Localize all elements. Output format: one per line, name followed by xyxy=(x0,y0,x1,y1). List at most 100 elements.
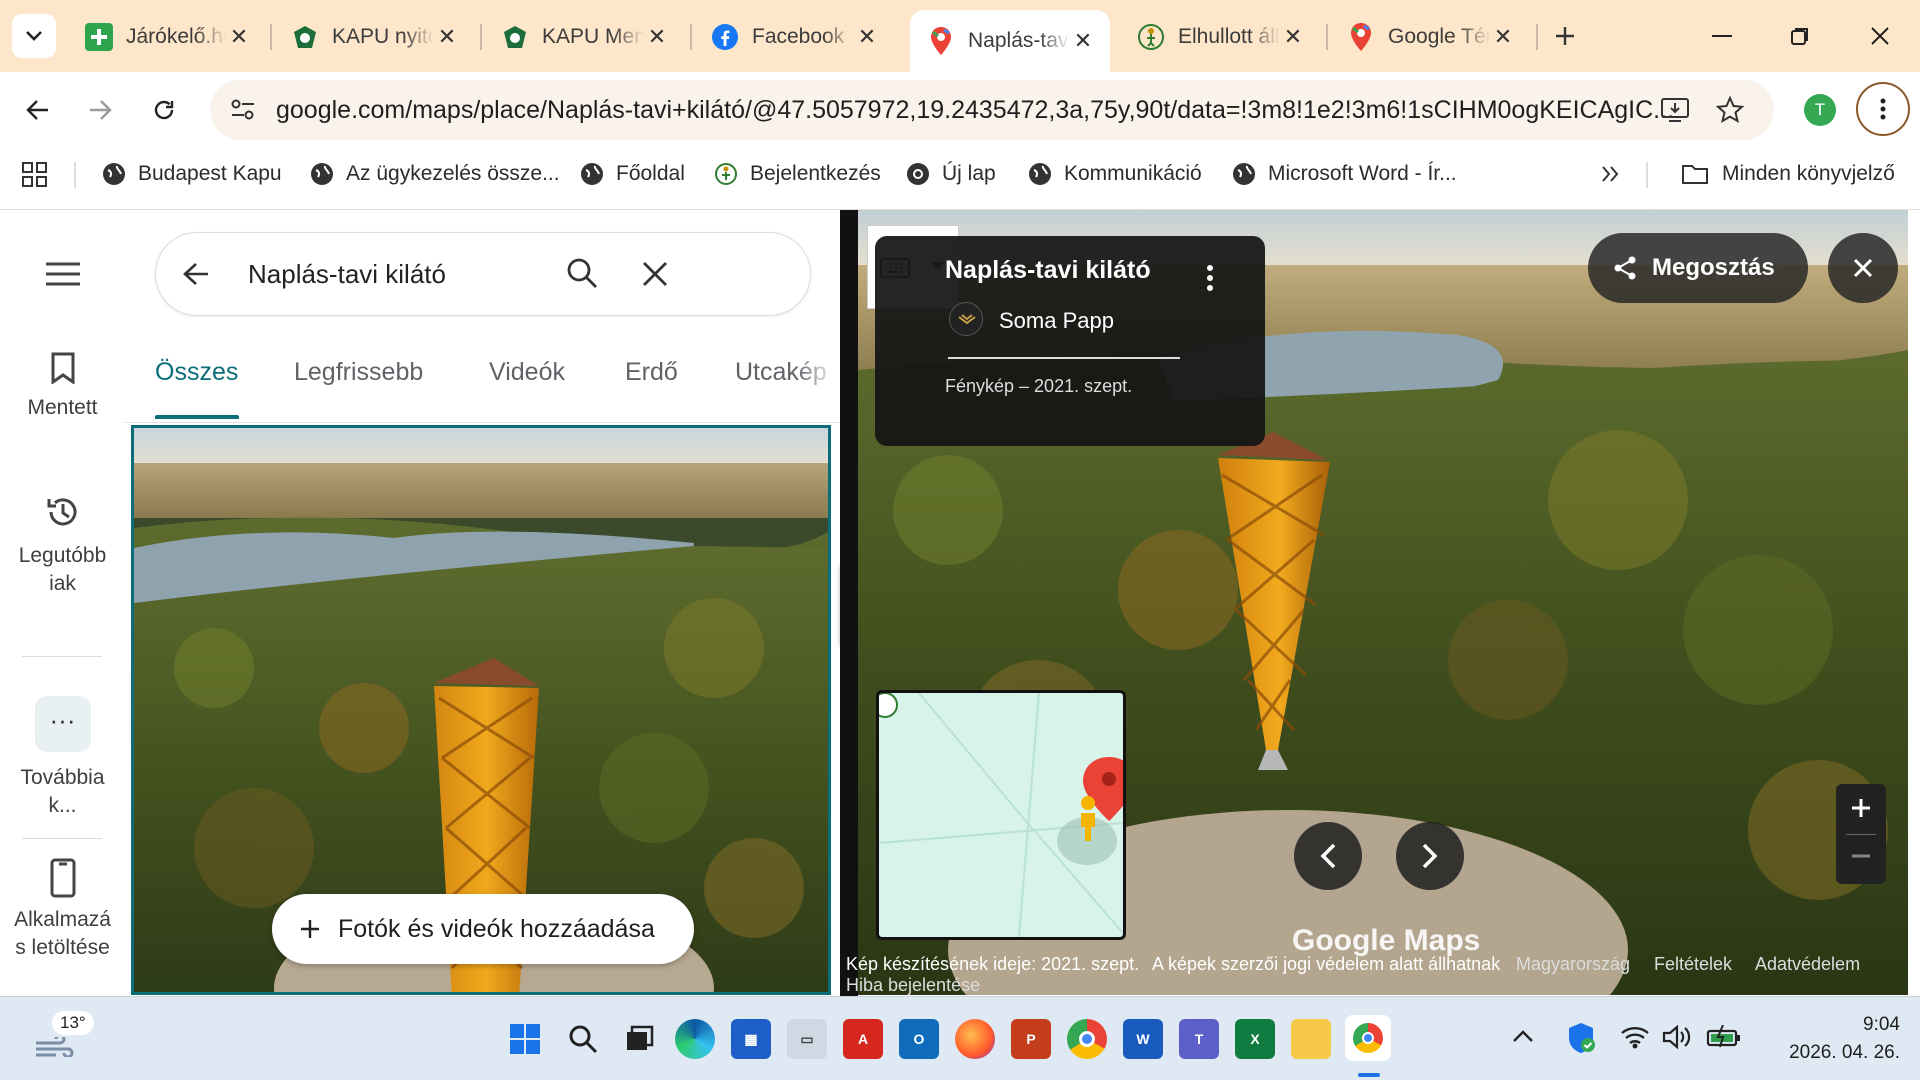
clock[interactable]: 9:04 2026. 04. 26. xyxy=(1760,1011,1900,1067)
excel-icon[interactable]: X xyxy=(1235,1019,1275,1059)
rail-get-app[interactable]: Alkalmazá s letöltése xyxy=(0,858,125,962)
browser-menu-button[interactable] xyxy=(1856,82,1910,136)
back-button[interactable] xyxy=(18,90,58,130)
chevron-up-icon[interactable] xyxy=(1512,1029,1534,1043)
report-problem-link[interactable]: Hiba bejelentése xyxy=(846,975,980,996)
store-icon[interactable]: ▦ xyxy=(731,1019,771,1059)
add-photos-button[interactable]: Fotók és videók hozzáadása xyxy=(272,894,694,964)
bookmark-kommunikacio[interactable]: Kommunikáció xyxy=(1028,148,1202,200)
search-icon[interactable] xyxy=(563,1019,603,1059)
forward-button[interactable] xyxy=(80,90,120,130)
tab-facebook[interactable]: Facebook ✕ xyxy=(694,12,894,62)
rail-more[interactable]: ··· Továbbia k... xyxy=(0,696,125,820)
tab-forest[interactable]: Erdő xyxy=(625,358,678,387)
wifi-icon[interactable] xyxy=(1620,1025,1650,1049)
tab-street-view[interactable]: Utcakép xyxy=(735,358,837,387)
next-photo-button[interactable] xyxy=(1396,822,1464,890)
hamburger-menu-icon[interactable] xyxy=(46,262,80,286)
firefox-icon[interactable] xyxy=(955,1019,995,1059)
photos-icon[interactable]: ▭ xyxy=(787,1019,827,1059)
tab-divider xyxy=(270,24,272,50)
chrome-icon[interactable] xyxy=(1067,1019,1107,1059)
close-icon[interactable]: ✕ xyxy=(644,24,670,50)
kebab-menu-icon[interactable] xyxy=(1207,264,1213,292)
start-button[interactable] xyxy=(505,1019,545,1059)
tab-kapu-nyito[interactable]: KAPU nyitó ✕ xyxy=(274,12,474,62)
tab-search-button[interactable] xyxy=(12,14,56,58)
battery-icon[interactable] xyxy=(1706,1025,1742,1049)
bookmark-ugykezeles[interactable]: Az ügykezelés össze... xyxy=(310,148,560,200)
bookmark-budapest-kapu[interactable]: Budapest Kapu xyxy=(102,148,282,200)
close-icon[interactable]: ✕ xyxy=(226,24,252,50)
rail-saved-label: Mentett xyxy=(27,396,98,419)
acrobat-icon[interactable]: A xyxy=(843,1019,883,1059)
close-viewer-button[interactable] xyxy=(1828,233,1898,303)
pegman-icon[interactable] xyxy=(1059,793,1060,794)
viewer-edge xyxy=(840,210,858,996)
url-text[interactable]: google.com/maps/place/Naplás-tavi+kilátó… xyxy=(276,80,1676,140)
close-icon[interactable]: ✕ xyxy=(1070,28,1096,54)
bookmark-word[interactable]: Microsoft Word - Ír... xyxy=(1232,148,1457,200)
site-settings-icon[interactable] xyxy=(230,98,256,122)
tab-google-terkep[interactable]: Google Térkép ✕ xyxy=(1330,12,1530,62)
search-icon[interactable] xyxy=(566,257,598,289)
tab-latest[interactable]: Legfrissebb xyxy=(294,358,423,387)
outlook-icon[interactable]: O xyxy=(899,1019,939,1059)
rail-saved[interactable]: Mentett xyxy=(0,352,125,422)
edge-icon[interactable] xyxy=(675,1019,715,1059)
close-icon[interactable]: ✕ xyxy=(434,24,460,50)
volume-icon[interactable] xyxy=(1662,1025,1692,1049)
bookmark-uj-lap[interactable]: Új lap xyxy=(906,148,996,200)
back-arrow-icon[interactable] xyxy=(182,261,210,287)
close-icon[interactable]: ✕ xyxy=(854,24,880,50)
author-name[interactable]: Soma Papp xyxy=(999,308,1114,334)
powerpoint-icon[interactable]: P xyxy=(1011,1019,1051,1059)
previous-photo-button[interactable] xyxy=(1294,822,1362,890)
bookmark-bejelentkezes[interactable]: Bejelentkezés xyxy=(714,148,881,200)
teams-icon[interactable]: T xyxy=(1179,1019,1219,1059)
address-bar[interactable]: google.com/maps/place/Naplás-tavi+kilátó… xyxy=(210,80,1774,140)
terms-link[interactable]: Feltételek xyxy=(1654,954,1732,975)
rail-recent[interactable]: Legutóbb iak xyxy=(0,494,125,598)
word-icon[interactable]: W xyxy=(1123,1019,1163,1059)
profile-avatar[interactable]: T xyxy=(1804,94,1836,126)
ugyfelkapu-icon xyxy=(1136,22,1166,52)
kapu-icon xyxy=(290,22,320,52)
security-icon[interactable] xyxy=(1566,1021,1596,1055)
weather-widget[interactable]: 13° xyxy=(30,1011,110,1067)
close-icon[interactable]: ✕ xyxy=(1280,24,1306,50)
country-link[interactable]: Magyarország xyxy=(1516,954,1630,975)
bookmark-label: Bejelentkezés xyxy=(750,162,881,185)
tab-all[interactable]: Összes xyxy=(155,358,238,387)
all-bookmarks-button[interactable]: Minden könyvjelző xyxy=(1680,148,1895,200)
tab-naplas-active[interactable]: Naplás-tavi kilátó ✕ xyxy=(910,10,1110,72)
bookmark-star-icon[interactable] xyxy=(1716,96,1744,124)
card-divider xyxy=(948,357,1180,359)
zoom-in-button[interactable] xyxy=(1851,798,1871,818)
close-icon[interactable]: ✕ xyxy=(1490,24,1516,50)
apps-grid-icon[interactable] xyxy=(22,162,48,188)
install-app-icon[interactable] xyxy=(1660,96,1690,124)
search-input[interactable]: Naplás-tavi kilátó xyxy=(248,233,446,315)
reload-button[interactable] xyxy=(144,90,184,130)
tab-jarokelo[interactable]: Járókelő.hu ✕ xyxy=(68,12,266,62)
task-view-icon[interactable] xyxy=(619,1019,659,1059)
zoom-out-button[interactable] xyxy=(1851,854,1871,858)
privacy-link[interactable]: Adatvédelem xyxy=(1755,954,1860,975)
bookmark-fooldal[interactable]: Főoldal xyxy=(580,148,685,200)
share-button[interactable]: Megosztás xyxy=(1588,233,1808,303)
new-tab-button[interactable] xyxy=(1545,16,1585,56)
close-window-button[interactable] xyxy=(1858,14,1902,58)
minimize-button[interactable] xyxy=(1700,14,1744,58)
chrome-maps-active-icon[interactable] xyxy=(1345,1015,1391,1061)
tab-videos[interactable]: Videók xyxy=(489,358,565,387)
place-name[interactable]: Naplás-tavi kilátó xyxy=(945,256,1215,285)
chevron-double-right-icon[interactable] xyxy=(1600,164,1620,184)
restore-button[interactable] xyxy=(1778,14,1822,58)
search-box[interactable]: Naplás-tavi kilátó xyxy=(155,232,811,316)
tab-elhullott[interactable]: Elhullott állat ✕ xyxy=(1120,12,1320,62)
mini-map[interactable] xyxy=(876,690,1126,940)
clear-search-icon[interactable] xyxy=(642,261,668,287)
tab-kapu-menu[interactable]: KAPU Menü ✕ xyxy=(484,12,684,62)
file-explorer-icon[interactable] xyxy=(1291,1019,1331,1059)
